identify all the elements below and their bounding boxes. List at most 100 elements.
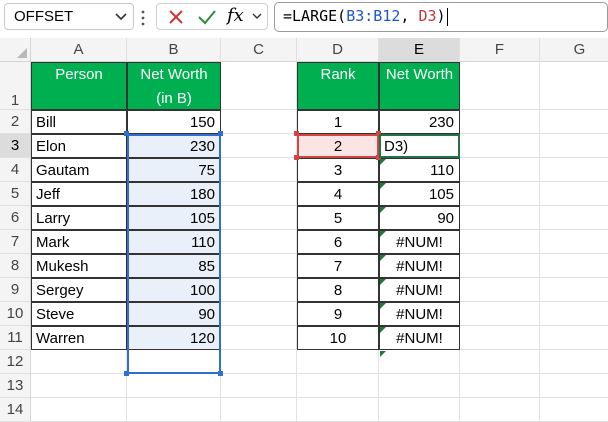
expand-chevron-icon[interactable] (251, 10, 263, 22)
column-header-f[interactable]: F (460, 38, 540, 62)
person-cell[interactable]: Mukesh (31, 254, 127, 278)
row-header-13[interactable]: 13 (0, 374, 31, 398)
grid-cell[interactable] (460, 158, 540, 182)
person-cell[interactable]: Larry (31, 206, 127, 230)
person-cell[interactable]: Elon (31, 134, 127, 158)
header-rank[interactable]: Rank (297, 62, 379, 110)
net-worth-cell[interactable]: 230 (127, 134, 221, 158)
grid-cell[interactable] (540, 374, 608, 398)
grid-cell[interactable] (221, 158, 297, 182)
person-cell[interactable]: Steve (31, 302, 127, 326)
grid-cell[interactable] (460, 350, 540, 374)
row-header-10[interactable]: 10 (0, 302, 31, 326)
row-header-11[interactable]: 11 (0, 326, 31, 350)
grid-cell[interactable] (379, 374, 460, 398)
net-worth-cell[interactable]: 180 (127, 182, 221, 206)
person-cell[interactable]: Jeff (31, 182, 127, 206)
grid-cell[interactable] (297, 350, 379, 374)
rank-cell[interactable]: 10 (297, 326, 379, 350)
grid-cell[interactable] (540, 350, 608, 374)
rank-cell[interactable]: 3 (297, 158, 379, 182)
net-worth-cell[interactable]: 110 (127, 230, 221, 254)
grid-cell[interactable] (540, 326, 608, 350)
grid-cell[interactable] (460, 398, 540, 422)
grid-cell[interactable] (221, 206, 297, 230)
row-header-6[interactable]: 6 (0, 206, 31, 230)
grid-cell[interactable] (221, 350, 297, 374)
grid-cell[interactable] (540, 134, 608, 158)
grid-cell[interactable] (221, 62, 297, 110)
person-cell[interactable]: Mark (31, 230, 127, 254)
net-worth-result-cell[interactable]: D3) (379, 134, 460, 158)
rank-cell[interactable]: 7 (297, 254, 379, 278)
net-worth-result-cell[interactable]: 105 (379, 182, 460, 206)
grid-cell[interactable] (460, 374, 540, 398)
name-box[interactable]: OFFSET (4, 3, 134, 30)
column-header-g[interactable]: G (540, 38, 608, 62)
ref-handle[interactable] (376, 131, 381, 136)
error-indicator-icon[interactable] (380, 207, 386, 213)
grid-cell[interactable] (221, 182, 297, 206)
header-net-worth-e[interactable]: Net Worth (379, 62, 460, 110)
grid-cell[interactable] (221, 398, 297, 422)
grid-cell[interactable] (460, 254, 540, 278)
net-worth-cell[interactable]: 105 (127, 206, 221, 230)
column-header-e[interactable]: E (379, 38, 460, 62)
error-indicator-icon[interactable] (380, 231, 386, 237)
row-header-12[interactable]: 12 (0, 350, 31, 374)
select-all-corner[interactable] (0, 38, 31, 62)
header-net-worth[interactable]: Net Worth (in B) (127, 62, 221, 110)
rank-cell[interactable]: 8 (297, 278, 379, 302)
grid-cell[interactable] (460, 278, 540, 302)
grid-cell[interactable] (221, 134, 297, 158)
error-indicator-icon[interactable] (380, 183, 386, 189)
grid-cell[interactable] (221, 326, 297, 350)
ref-handle[interactable] (294, 155, 299, 160)
error-indicator-icon[interactable] (380, 327, 386, 333)
grid-cell[interactable] (127, 398, 221, 422)
grid-cell[interactable] (127, 374, 221, 398)
grid-cell[interactable] (379, 350, 460, 374)
net-worth-result-cell[interactable]: 90 (379, 206, 460, 230)
range-handle[interactable] (218, 131, 223, 136)
column-header-d[interactable]: D (297, 38, 379, 62)
person-cell[interactable]: Warren (31, 326, 127, 350)
grid-cell[interactable] (540, 302, 608, 326)
net-worth-result-cell[interactable]: #NUM! (379, 230, 460, 254)
formula-input[interactable]: =LARGE(B3:B12, D3) (274, 2, 608, 32)
row-header-9[interactable]: 9 (0, 278, 31, 302)
row-header-4[interactable]: 4 (0, 158, 31, 182)
column-header-c[interactable]: C (221, 38, 297, 62)
grid-cell[interactable] (297, 374, 379, 398)
grid-cell[interactable] (221, 110, 297, 134)
grid-cell[interactable] (460, 110, 540, 134)
grid-cell[interactable] (127, 350, 221, 374)
grid-cell[interactable] (460, 182, 540, 206)
net-worth-result-cell[interactable]: #NUM! (379, 254, 460, 278)
grid-cell[interactable] (540, 230, 608, 254)
grid-cell[interactable] (460, 230, 540, 254)
grid-cell[interactable] (297, 398, 379, 422)
grid-cell[interactable] (221, 374, 297, 398)
net-worth-cell[interactable]: 90 (127, 302, 221, 326)
rank-cell[interactable]: 4 (297, 182, 379, 206)
range-handle[interactable] (124, 371, 129, 376)
net-worth-result-cell[interactable]: #NUM! (379, 326, 460, 350)
grid-cell[interactable] (540, 110, 608, 134)
grid-cell[interactable] (540, 398, 608, 422)
grid-cell[interactable] (31, 374, 127, 398)
error-indicator-icon[interactable] (380, 303, 386, 309)
row-header-14[interactable]: 14 (0, 398, 31, 422)
error-indicator-icon[interactable] (380, 159, 386, 165)
more-options-icon[interactable] (141, 10, 145, 26)
enter-check-icon[interactable] (197, 8, 217, 26)
grid-cell[interactable] (540, 62, 608, 110)
error-indicator-icon[interactable] (380, 255, 386, 261)
rank-cell[interactable]: 1 (297, 110, 379, 134)
grid-cell[interactable] (31, 350, 127, 374)
grid-cell[interactable] (540, 182, 608, 206)
net-worth-cell[interactable]: 120 (127, 326, 221, 350)
grid-cell[interactable] (540, 206, 608, 230)
net-worth-result-cell[interactable]: 110 (379, 158, 460, 182)
grid-cell[interactable] (540, 278, 608, 302)
